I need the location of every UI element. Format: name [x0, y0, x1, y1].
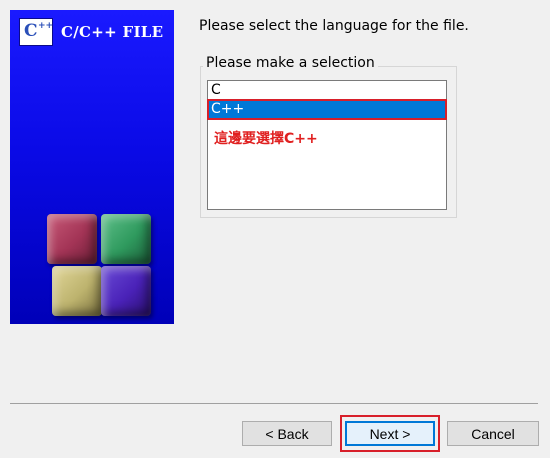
logo-plus: ++	[38, 21, 54, 31]
selection-group-label: Please make a selection	[203, 55, 378, 71]
back-button[interactable]: < Back	[242, 421, 332, 446]
divider	[10, 403, 538, 404]
codeblocks-logo-icon: C ++	[19, 18, 53, 46]
wizard-banner: C ++ C/C++ FILE	[10, 10, 174, 324]
banner-title: C/C++ FILE	[61, 23, 164, 41]
annotation-text: 這邊要選擇C++	[214, 131, 318, 147]
logo-letter: C	[24, 21, 38, 41]
red-cube-icon	[47, 214, 97, 264]
next-button[interactable]: Next >	[345, 421, 435, 446]
green-cube-icon	[101, 214, 151, 264]
cancel-button[interactable]: Cancel	[447, 421, 539, 446]
list-item-c[interactable]: C	[208, 81, 446, 100]
purple-cube-icon	[101, 266, 151, 316]
yellow-cube-icon	[52, 266, 102, 316]
prompt-text: Please select the language for the file.	[199, 18, 469, 34]
list-item-cpp[interactable]: C++	[207, 99, 447, 120]
